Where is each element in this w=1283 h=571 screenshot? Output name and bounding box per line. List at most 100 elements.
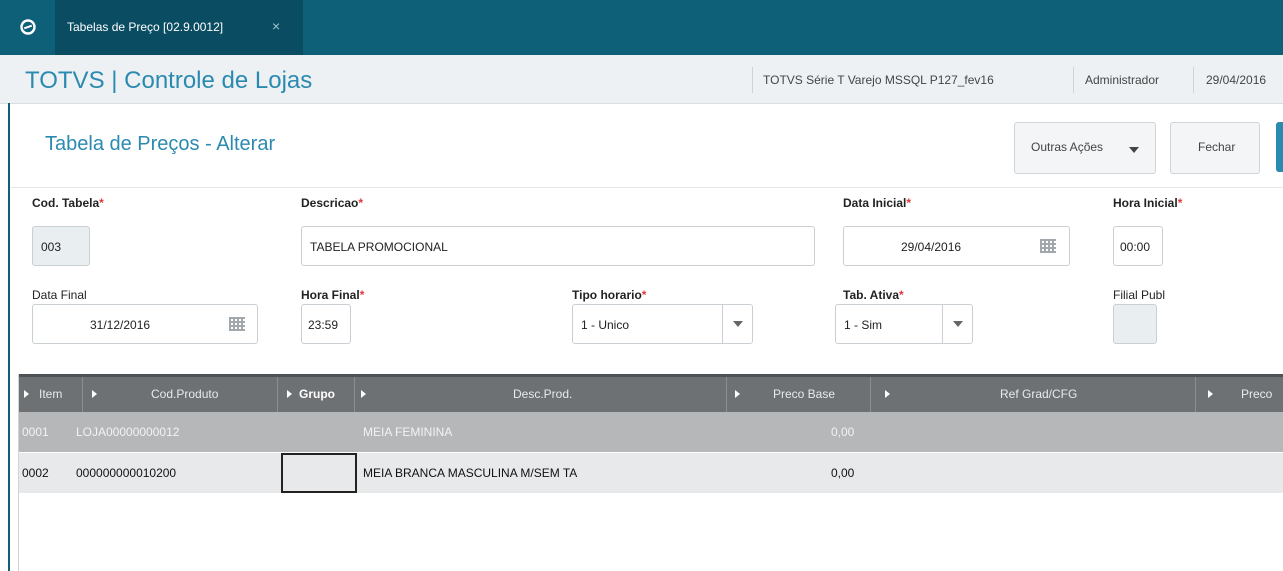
- hora-inicial-label: Hora Inicial*: [1113, 196, 1182, 210]
- cell-preco-base: 0,00: [831, 425, 855, 439]
- focused-cell-grupo[interactable]: [281, 453, 357, 493]
- grid-header: Item Cod.Produto Grupo Desc.Prod. Preco …: [19, 374, 1283, 412]
- tab-ativa-select[interactable]: 1 - Sim: [835, 304, 973, 344]
- required-mark: *: [99, 196, 104, 210]
- cod-tabela-label: Cod. Tabela*: [32, 196, 104, 210]
- label-text: Tipo horario: [572, 288, 642, 302]
- chevron-down-icon[interactable]: [733, 321, 743, 327]
- data-inicial-input[interactable]: 29/04/2016: [843, 226, 1070, 266]
- col-header-item[interactable]: Item: [39, 387, 62, 401]
- tipo-horario-label: Tipo horario*: [572, 288, 646, 302]
- column-arrow-icon: [361, 390, 366, 398]
- hora-final-label: Hora Final*: [301, 288, 364, 302]
- app-title: TOTVS | Controle de Lojas: [25, 67, 313, 94]
- label-text: Hora Final: [301, 288, 360, 302]
- descricao-input[interactable]: TABELA PROMOCIONAL: [301, 226, 815, 266]
- chevron-down-icon[interactable]: [953, 321, 963, 327]
- required-mark: *: [899, 288, 904, 302]
- col-header-cod-produto[interactable]: Cod.Produto: [151, 387, 218, 401]
- required-mark: *: [641, 288, 647, 302]
- cell-preco-base: 0,00: [831, 466, 855, 480]
- calendar-icon[interactable]: [229, 317, 245, 331]
- close-button-label: Fechar: [1198, 140, 1236, 154]
- header-date: 29/04/2016: [1206, 73, 1267, 87]
- left-border: [8, 103, 10, 571]
- totvs-logo-icon: [20, 19, 36, 35]
- column-divider: [354, 377, 355, 412]
- column-arrow-icon: [885, 390, 890, 398]
- cell-cod-produto: LOJA00000000012: [76, 425, 180, 439]
- col-header-desc-prod[interactable]: Desc.Prod.: [513, 387, 572, 401]
- data-final-label: Data Final: [32, 288, 87, 302]
- cell-item: 0001: [22, 425, 49, 439]
- caret-down-icon: [1129, 147, 1139, 153]
- select-divider: [942, 305, 943, 343]
- top-tab-bar: Tabelas de Preço [02.9.0012] ×: [0, 0, 1283, 55]
- required-mark: *: [1177, 196, 1183, 210]
- page-title: Tabela de Preços - Alterar: [45, 133, 276, 155]
- label-text: Data Inicial: [843, 196, 907, 210]
- environment-label: TOTVS Série T Varejo MSSQL P127_fev16: [763, 73, 994, 87]
- cod-tabela-input[interactable]: 003: [32, 226, 90, 266]
- column-divider: [82, 377, 83, 412]
- app-header: TOTVS | Controle de Lojas TOTVS Série T …: [0, 55, 1283, 104]
- table-row[interactable]: 0002 000000000010200 MEIA BRANCA MASCULI…: [19, 453, 1283, 493]
- required-mark: *: [906, 196, 912, 210]
- cell-desc-prod: MEIA BRANCA MASCULINA M/SEM TA: [363, 466, 578, 480]
- hora-inicial-input[interactable]: 00:00: [1113, 226, 1163, 266]
- other-actions-label: Outras Ações: [1031, 140, 1104, 154]
- label-text: Cod. Tabela: [32, 196, 100, 210]
- col-header-preco[interactable]: Preco: [1241, 387, 1272, 401]
- cod-tabela-value: 003: [41, 240, 62, 254]
- column-arrow-icon: [24, 390, 29, 398]
- column-arrow-icon: [92, 390, 97, 398]
- header-divider: [1193, 67, 1194, 93]
- table-row[interactable]: 0001 LOJA00000000012 MEIA FEMININA 0,00: [19, 412, 1283, 452]
- other-actions-button[interactable]: Outras Ações: [1014, 122, 1156, 174]
- cell-desc-prod: MEIA FEMININA: [363, 425, 453, 439]
- required-mark: *: [359, 288, 365, 302]
- tab-ativa-value: 1 - Sim: [844, 318, 883, 332]
- column-divider: [1195, 377, 1196, 412]
- column-divider: [870, 377, 871, 412]
- label-text: Tab. Ativa: [843, 288, 900, 302]
- column-arrow-icon: [287, 390, 292, 398]
- tipo-horario-select[interactable]: 1 - Unico: [572, 304, 753, 344]
- column-arrow-icon: [735, 390, 740, 398]
- filial-publ-label: Filial Publ: [1113, 288, 1166, 302]
- data-final-input[interactable]: 31/12/2016: [32, 304, 258, 344]
- header-divider: [752, 67, 753, 93]
- select-divider: [722, 305, 723, 343]
- cell-cod-produto: 000000000010200: [76, 466, 177, 480]
- user-name[interactable]: Administrador: [1085, 73, 1159, 87]
- confirm-button[interactable]: [1276, 122, 1283, 172]
- tab-ativa-label: Tab. Ativa*: [843, 288, 904, 302]
- close-icon[interactable]: ×: [272, 18, 280, 34]
- label-text: Hora Inicial: [1113, 196, 1178, 210]
- data-inicial-value: 29/04/2016: [901, 240, 962, 254]
- header-divider: [1073, 67, 1074, 93]
- required-mark: *: [358, 196, 364, 210]
- column-divider: [726, 377, 727, 412]
- cell-item: 0002: [22, 466, 49, 480]
- filial-publ-field[interactable]: [1113, 304, 1157, 344]
- column-divider: [277, 377, 278, 412]
- hora-inicial-value: 00:00: [1120, 240, 1151, 254]
- descricao-value: TABELA PROMOCIONAL: [310, 240, 448, 254]
- tab-label: Tabelas de Preço [02.9.0012]: [67, 20, 224, 34]
- label-text: Descricao: [301, 196, 359, 210]
- hora-final-value: 23:59: [308, 318, 339, 332]
- col-header-ref-grad[interactable]: Ref Grad/CFG: [1000, 387, 1077, 401]
- column-arrow-icon: [1208, 390, 1213, 398]
- calendar-icon[interactable]: [1040, 239, 1056, 253]
- divider: [10, 187, 1283, 188]
- hora-final-input[interactable]: 23:59: [301, 304, 351, 344]
- close-button[interactable]: Fechar: [1170, 122, 1260, 174]
- col-header-preco-base[interactable]: Preco Base: [773, 387, 835, 401]
- data-inicial-label: Data Inicial*: [843, 196, 911, 210]
- data-final-value: 31/12/2016: [90, 318, 151, 332]
- tab-tabelas-de-preco[interactable]: Tabelas de Preço [02.9.0012] ×: [55, 0, 303, 55]
- col-header-grupo[interactable]: Grupo: [299, 387, 335, 401]
- tipo-horario-value: 1 - Unico: [581, 318, 630, 332]
- descricao-label: Descricao*: [301, 196, 363, 210]
